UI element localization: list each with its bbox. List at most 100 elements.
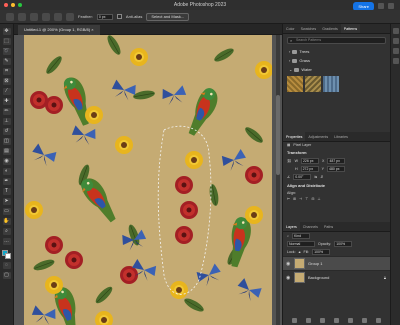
scrollbar-thumb[interactable] [276, 95, 280, 175]
hand-tool-icon[interactable]: ✋ [2, 218, 11, 225]
width-input[interactable]: 226 px [300, 158, 319, 164]
align-left-icon[interactable]: ⊢ [287, 197, 290, 201]
move-tool-icon[interactable]: ✥ [2, 28, 11, 35]
blur-tool-icon[interactable]: ◉ [2, 158, 11, 165]
fill-input[interactable]: 100% [312, 249, 331, 255]
select-and-mask-button[interactable]: Select and Mask... [146, 12, 190, 21]
add-selection-icon[interactable] [42, 12, 50, 21]
patterns-search-input[interactable]: Search Patterns [287, 37, 386, 44]
tab-color[interactable]: Color [283, 24, 298, 33]
screen-mode-icon[interactable]: ▢ [2, 272, 11, 279]
tab-channels[interactable]: Channels [300, 222, 321, 231]
document-tab[interactable]: Untitled-1 @ 200% (Group 1, RGB/8) × [18, 25, 100, 35]
brush-tool-icon[interactable]: ✏ [2, 108, 11, 115]
pattern-group-trees[interactable]: › Trees [283, 47, 390, 56]
character-icon[interactable] [392, 48, 399, 54]
align-top-icon[interactable]: ⊤ [305, 197, 308, 201]
align-title: Align and Distribute [287, 183, 325, 188]
subtract-selection-icon[interactable] [54, 12, 62, 21]
mask-icon[interactable] [319, 318, 325, 323]
pattern-group-grass[interactable]: › Grass [283, 56, 390, 65]
type-tool-icon[interactable]: T [2, 188, 11, 195]
color-swatches[interactable] [2, 250, 11, 259]
fx-icon[interactable] [305, 318, 311, 323]
eraser-tool-icon[interactable]: ◫ [2, 138, 11, 145]
history-brush-icon[interactable]: ↺ [2, 128, 11, 135]
adjustment-icon[interactable] [333, 318, 339, 323]
background-color[interactable] [5, 253, 11, 259]
tab-paths[interactable]: Paths [321, 222, 336, 231]
layer-row[interactable]: ◉ Group 1 [283, 256, 390, 270]
blend-mode-select[interactable]: Normal [287, 241, 315, 247]
flip-h-icon[interactable]: ⇋ [314, 175, 317, 179]
align-bottom-icon[interactable]: ⊥ [317, 197, 320, 201]
path-select-tool-icon[interactable]: ➤ [2, 198, 11, 205]
folder-icon[interactable] [348, 318, 354, 323]
tab-layers[interactable]: Layers [283, 222, 300, 231]
kind-filter-select[interactable]: Kind [292, 233, 311, 239]
pattern-thumb[interactable] [287, 76, 303, 92]
zoom-tool-icon[interactable]: ⌕ [2, 228, 11, 235]
link-icon[interactable]: ⛓ [287, 159, 292, 163]
eyedropper-tool-icon[interactable]: ⁄ [2, 88, 11, 95]
intersect-selection-icon[interactable] [66, 12, 74, 21]
gradient-tool-icon[interactable]: ▤ [2, 148, 11, 155]
opacity-input[interactable]: 100% [334, 241, 353, 247]
quick-select-tool-icon[interactable]: ✎ [2, 58, 11, 65]
document-canvas[interactable] [24, 35, 272, 325]
more-tools-icon[interactable]: … [2, 238, 11, 245]
canvas-area[interactable] [14, 35, 282, 325]
healing-tool-icon[interactable]: ✚ [2, 98, 11, 105]
pattern-thumb[interactable] [323, 76, 339, 92]
tab-swatches[interactable]: Swatches [298, 24, 320, 33]
layer-row[interactable]: ◉ Background 🔒︎ [283, 270, 390, 284]
marquee-tool-icon[interactable]: ⬚ [2, 38, 11, 45]
tab-libraries[interactable]: Libraries [331, 132, 351, 141]
zoom-window-button[interactable] [18, 3, 22, 7]
paragraph-icon[interactable] [392, 58, 399, 64]
angle-input[interactable]: 0.00° [293, 174, 312, 180]
shape-tool-icon[interactable]: ▭ [2, 208, 11, 215]
minimize-window-button[interactable] [11, 3, 15, 7]
align-center-icon[interactable]: ⊞ [293, 197, 296, 201]
pattern-thumb[interactable] [305, 76, 321, 92]
close-window-button[interactable] [4, 3, 8, 7]
history-icon[interactable] [392, 28, 399, 34]
trash-icon[interactable] [376, 318, 382, 323]
canvas-scrollbar[interactable] [276, 35, 280, 325]
pattern-group-water[interactable]: ⌄ Water [283, 65, 390, 74]
align-right-icon[interactable]: ⊣ [299, 197, 302, 201]
title-right-icons [378, 3, 394, 9]
pen-tool-icon[interactable]: ✒ [2, 178, 11, 185]
crop-tool-icon[interactable]: ⌗ [2, 68, 11, 75]
home-icon[interactable] [6, 12, 14, 21]
eye-icon[interactable]: ◉ [286, 261, 291, 267]
search-icon[interactable] [378, 3, 384, 9]
brush-settings-icon[interactable] [392, 38, 399, 44]
tab-patterns[interactable]: Patterns [340, 24, 361, 33]
frame-tool-icon[interactable]: ⊠ [2, 78, 11, 85]
lock-icon[interactable]: 🔒︎ [299, 250, 301, 254]
workspace-icon[interactable] [388, 3, 394, 9]
flip-v-icon[interactable]: ⇵ [320, 175, 323, 179]
link-layers-icon[interactable] [291, 318, 297, 323]
new-selection-icon[interactable] [30, 12, 38, 21]
search-icon: ⌕ [287, 234, 290, 238]
tab-adjustments[interactable]: Adjustments [305, 132, 331, 141]
tab-gradients[interactable]: Gradients [319, 24, 341, 33]
lasso-tool-preset-icon[interactable] [18, 12, 26, 21]
antialias-checkbox[interactable] [116, 14, 122, 19]
align-middle-icon[interactable]: ⊟ [311, 197, 314, 201]
tab-properties[interactable]: Properties [283, 132, 306, 141]
new-layer-icon[interactable] [362, 318, 368, 323]
height-input[interactable]: 272 px [300, 166, 319, 172]
feather-input[interactable]: 0 px [96, 13, 113, 20]
eye-icon[interactable]: ◉ [286, 275, 291, 281]
dodge-tool-icon[interactable]: ◐ [2, 168, 11, 175]
stamp-tool-icon[interactable]: ⊥ [2, 118, 11, 125]
quick-mask-icon[interactable]: ◌ [2, 262, 11, 269]
x-input[interactable]: 487 px [327, 158, 346, 164]
y-input[interactable]: 480 px [327, 166, 346, 172]
layer-name: Group 1 [308, 261, 323, 266]
lasso-tool-icon[interactable]: ➰ [2, 48, 11, 55]
